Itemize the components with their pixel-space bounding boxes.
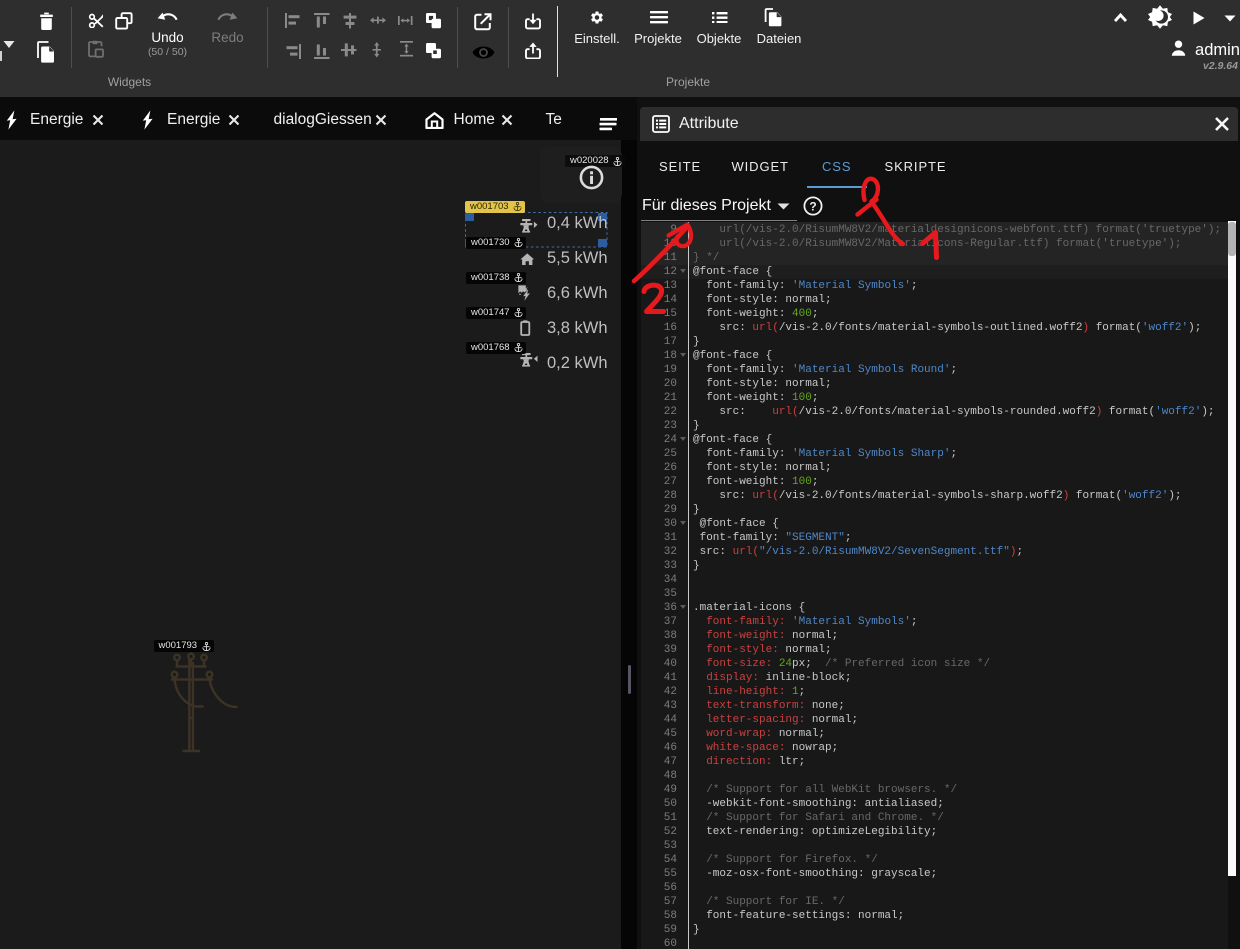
svg-text:?: ? [809,199,816,213]
